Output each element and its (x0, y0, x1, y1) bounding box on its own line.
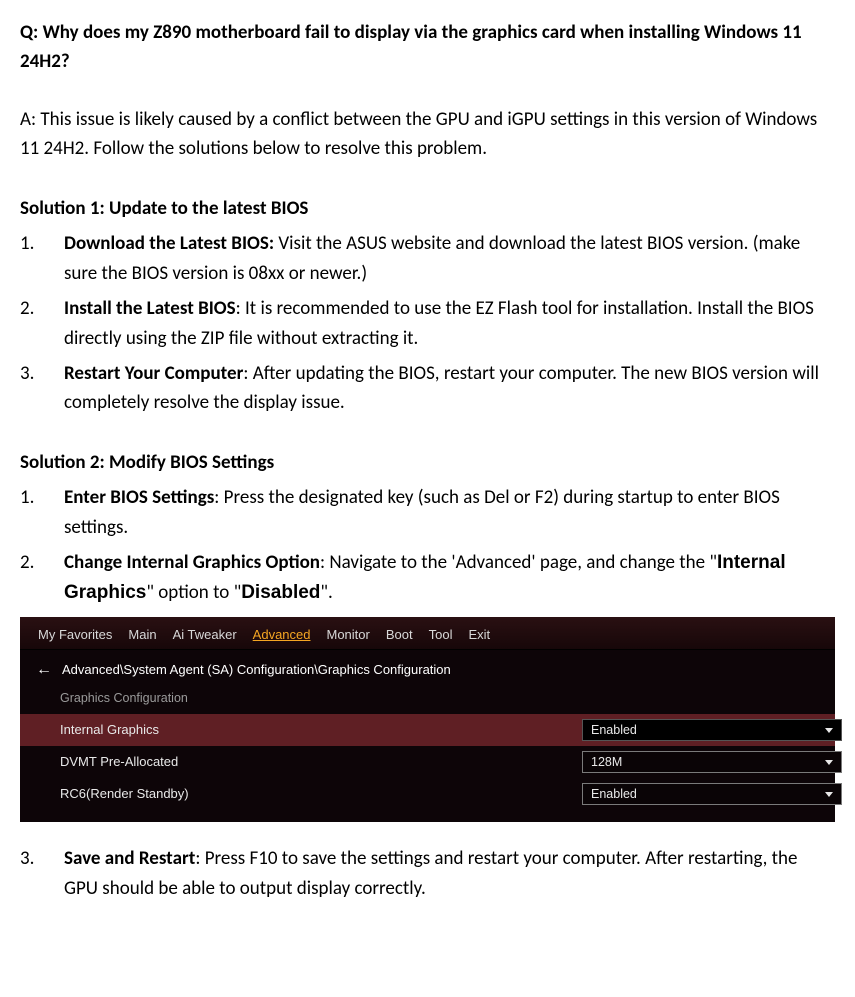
list-rest: : Navigate to the 'Advanced' page, and c… (320, 551, 717, 574)
bios-tab-advanced[interactable]: Advanced (253, 625, 311, 645)
bios-tab-boot[interactable]: Boot (386, 625, 413, 645)
bios-option-label: DVMT Pre-Allocated (60, 752, 570, 772)
list-bold: Install the Latest BIOS (64, 297, 236, 320)
solution-1-heading: Solution 1: Update to the latest BIOS (20, 194, 835, 223)
solution-1-block: Solution 1: Update to the latest BIOS 1.… (20, 194, 835, 418)
solution-1-list: 1. Download the Latest BIOS: Visit the A… (20, 229, 835, 418)
list-number: 1. (20, 229, 64, 288)
solution-2-list: 1. Enter BIOS Settings: Press the design… (20, 483, 835, 607)
back-arrow-icon[interactable]: ← (36, 658, 52, 683)
list-text: Save and Restart: Press F10 to save the … (64, 844, 835, 903)
list-bold: Enter BIOS Settings (64, 486, 214, 509)
bios-screenshot: My Favorites Main Ai Tweaker Advanced Mo… (20, 617, 835, 822)
question-heading: Q: Why does my Z890 motherboard fail to … (20, 18, 835, 77)
solution-2-heading: Solution 2: Modify BIOS Settings (20, 448, 835, 477)
bios-breadcrumb-row: ← Advanced\System Agent (SA) Configurati… (20, 650, 835, 687)
list-text: Download the Latest BIOS: Visit the ASUS… (64, 229, 835, 288)
list-item: 1. Enter BIOS Settings: Press the design… (20, 483, 835, 542)
list-number: 2. (20, 548, 64, 607)
bios-tab-exit[interactable]: Exit (468, 625, 490, 645)
list-text: Enter BIOS Settings: Press the designate… (64, 483, 835, 542)
bios-tab-my-favorites[interactable]: My Favorites (38, 625, 112, 645)
list-bold: Download the Latest BIOS: (64, 232, 274, 255)
caret-down-icon (825, 728, 833, 733)
bios-option-select[interactable]: Enabled (582, 719, 842, 741)
list-item: 3. Restart Your Computer: After updating… (20, 359, 835, 418)
bios-option-label: RC6(Render Standby) (60, 784, 570, 804)
bios-option-value: 128M (591, 753, 622, 772)
bios-option-select[interactable]: 128M (582, 751, 842, 773)
list-text: Change Internal Graphics Option: Navigat… (64, 548, 835, 607)
bios-breadcrumb: Advanced\System Agent (SA) Configuration… (62, 660, 451, 680)
list-rest: ". (320, 581, 332, 604)
bios-tab-ai-tweaker[interactable]: Ai Tweaker (173, 625, 237, 645)
solution-2-list-cont: 3. Save and Restart: Press F10 to save t… (20, 844, 835, 903)
list-bold: Save and Restart (64, 847, 195, 870)
list-item: 1. Download the Latest BIOS: Visit the A… (20, 229, 835, 288)
list-text: Install the Latest BIOS: It is recommend… (64, 294, 835, 353)
list-item: 2. Change Internal Graphics Option: Navi… (20, 548, 835, 607)
caret-down-icon (825, 760, 833, 765)
bios-row-rc6[interactable]: RC6(Render Standby) Enabled (20, 778, 835, 810)
list-number: 1. (20, 483, 64, 542)
bios-tab-main[interactable]: Main (128, 625, 156, 645)
bios-option-label: Internal Graphics (60, 720, 570, 740)
list-bold: Change Internal Graphics Option (64, 551, 320, 574)
caret-down-icon (825, 792, 833, 797)
list-text: Restart Your Computer: After updating th… (64, 359, 835, 418)
bios-option-value: Enabled (591, 785, 637, 804)
list-rest: " option to " (146, 581, 241, 604)
list-bold: Restart Your Computer (64, 362, 243, 385)
bios-tab-tool[interactable]: Tool (429, 625, 453, 645)
list-item: 3. Save and Restart: Press F10 to save t… (20, 844, 835, 903)
list-item: 2. Install the Latest BIOS: It is recomm… (20, 294, 835, 353)
bios-option-value: Enabled (591, 721, 637, 740)
bios-tab-monitor[interactable]: Monitor (327, 625, 370, 645)
list-number: 3. (20, 844, 64, 903)
list-number: 2. (20, 294, 64, 353)
list-number: 3. (20, 359, 64, 418)
bios-subheading: Graphics Configuration (20, 687, 835, 714)
answer-paragraph: A: This issue is likely caused by a conf… (20, 105, 835, 164)
bios-row-internal-graphics[interactable]: Internal Graphics Enabled (20, 714, 835, 746)
bios-tab-bar: My Favorites Main Ai Tweaker Advanced Mo… (20, 617, 835, 650)
option-value: Disabled (241, 582, 320, 603)
solution-2-block: Solution 2: Modify BIOS Settings 1. Ente… (20, 448, 835, 903)
bios-option-select[interactable]: Enabled (582, 783, 842, 805)
bios-row-dvmt[interactable]: DVMT Pre-Allocated 128M (20, 746, 835, 778)
